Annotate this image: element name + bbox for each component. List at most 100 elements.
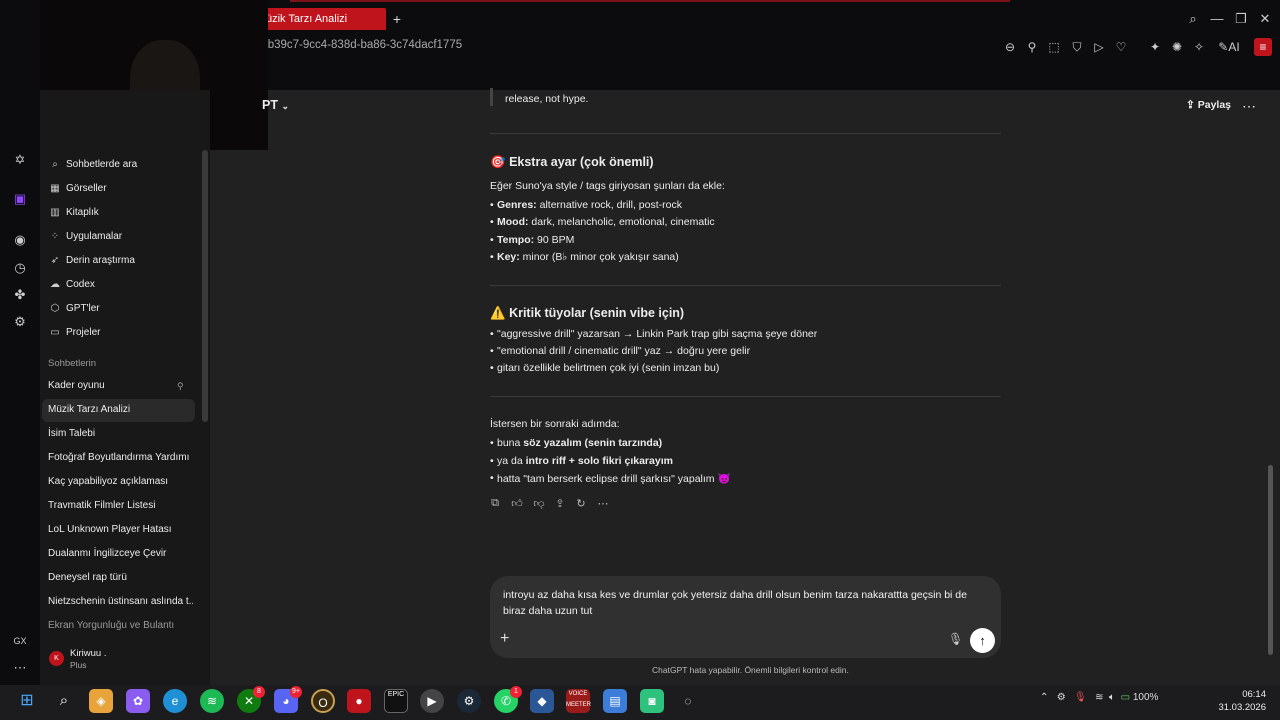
gx-corner-icon[interactable]: GX bbox=[10, 631, 30, 651]
history-icon[interactable]: ◷ bbox=[10, 258, 30, 278]
opera-gx-icon[interactable]: O bbox=[311, 689, 335, 713]
copilot-icon[interactable]: ✿ bbox=[126, 689, 150, 713]
nav-library[interactable]: ▥ Kitaplık bbox=[48, 203, 99, 223]
search-icon[interactable]: ⌕ bbox=[52, 689, 76, 713]
screenshot-icon[interactable]: ⬚ bbox=[1045, 38, 1063, 56]
gx-logo-icon[interactable]: ✡ bbox=[10, 150, 30, 170]
shield-icon[interactable]: ⛉ bbox=[1068, 38, 1086, 56]
share-icon[interactable]: ⇪ bbox=[552, 497, 568, 513]
microphone-icon[interactable]: 🎙︎ bbox=[948, 632, 963, 646]
zoom-icon[interactable]: ⊖ bbox=[1001, 38, 1019, 56]
edge-icon[interactable]: e bbox=[163, 689, 187, 713]
nav-label: Codex bbox=[66, 279, 95, 290]
chat-item[interactable]: Kader oyunu bbox=[48, 375, 193, 397]
more-icon[interactable]: ⋯ bbox=[595, 497, 611, 513]
restore-icon[interactable]: ❐ bbox=[1232, 10, 1250, 28]
share-button[interactable]: ⇪ Paylaş bbox=[1186, 99, 1231, 111]
address-bar-url[interactable]: cb39c7-9cc4-838d-ba86-3c74dacf1775 bbox=[262, 39, 462, 51]
brave-icon[interactable]: ◈ bbox=[89, 689, 113, 713]
send-button[interactable]: ↑ bbox=[970, 628, 995, 653]
more-icon[interactable]: ⋯ bbox=[10, 658, 30, 678]
nav-apps[interactable]: ⁘ Uygulamalar bbox=[48, 227, 122, 247]
section-heading: ⚠️ Kritik tüyolar (senin vibe için) bbox=[490, 306, 684, 321]
target-icon: 🎯 bbox=[490, 155, 506, 169]
twitch-icon[interactable]: ▣ bbox=[10, 189, 30, 209]
app-blue-icon[interactable]: ◆ bbox=[530, 689, 554, 713]
chevron-down-icon: ⌄ bbox=[281, 101, 290, 111]
epic-games-icon[interactable]: EPIC bbox=[384, 689, 408, 713]
avatar: K bbox=[49, 651, 64, 666]
chat-item[interactable]: Ekran Yorgunluğu ve Bulantı bbox=[48, 615, 193, 637]
wifi-icon[interactable]: ≋ bbox=[1095, 692, 1103, 703]
chat-item[interactable]: LoL Unknown Player Hatası bbox=[48, 519, 193, 541]
chat-item[interactable]: Kaç yapabiliyoz açıklaması bbox=[48, 471, 193, 493]
main-scrollbar[interactable] bbox=[1268, 465, 1273, 655]
minimize-icon[interactable]: — bbox=[1208, 10, 1226, 28]
ai-button[interactable]: ✎AI bbox=[1214, 38, 1244, 56]
media-player-icon[interactable]: ▶ bbox=[420, 689, 444, 713]
gx-menu-icon[interactable]: ≡ bbox=[1254, 38, 1272, 56]
chat-item[interactable]: Nietzschenin üstinsanı aslında t... bbox=[48, 591, 193, 613]
battery-icon[interactable]: ▭ bbox=[1121, 692, 1130, 703]
spotify-icon[interactable]: ◉ bbox=[10, 230, 30, 250]
microphone-tray-icon[interactable]: 🎙︎ bbox=[1074, 692, 1087, 703]
regenerate-icon[interactable]: ↻ bbox=[573, 497, 589, 513]
browser-tab-active[interactable]: üzik Tarzı Analizi bbox=[262, 8, 386, 30]
list-item: gitarı özellikle belirtmen çok iyi (seni… bbox=[490, 362, 719, 374]
settings-icon[interactable]: ⚙ bbox=[10, 312, 30, 332]
heart-icon[interactable]: ♡ bbox=[1112, 38, 1130, 56]
app-red-icon[interactable]: ● bbox=[347, 689, 371, 713]
whatsapp-icon[interactable]: ✆ 1 bbox=[494, 686, 522, 713]
volume-icon[interactable]: 🔈︎ bbox=[1109, 692, 1115, 703]
more-options-icon[interactable]: ⋯ bbox=[1242, 98, 1256, 115]
search-icon[interactable]: ⌕ bbox=[1184, 10, 1202, 28]
extension3-icon[interactable]: ✧ bbox=[1190, 38, 1208, 56]
extension2-icon[interactable]: ✺ bbox=[1168, 38, 1186, 56]
list-key: Genres: bbox=[497, 199, 537, 211]
steam-tray-icon[interactable]: ⚙ bbox=[1057, 692, 1066, 703]
chat-item[interactable]: Fotoğraf Boyutlandırma Yardımı bbox=[48, 447, 193, 469]
nav-projects[interactable]: ▭ Projeler bbox=[48, 323, 100, 343]
chat-item[interactable]: Müzik Tarzı Analizi bbox=[48, 399, 193, 421]
extension-icon[interactable]: ✦ bbox=[1146, 38, 1164, 56]
play-icon[interactable]: ▷ bbox=[1090, 38, 1108, 56]
close-icon[interactable]: ✕ bbox=[1256, 10, 1274, 28]
steam-icon[interactable]: ⚙ bbox=[457, 689, 481, 713]
copy-icon[interactable]: ⧉ bbox=[487, 497, 503, 513]
app-green-icon[interactable]: ◙ bbox=[640, 689, 664, 713]
list-text: buna bbox=[497, 437, 524, 449]
chat-item[interactable]: İsim Talebi bbox=[48, 423, 193, 445]
add-attachment-icon[interactable]: + bbox=[500, 630, 509, 648]
discord-icon[interactable]: ◕ 9+ bbox=[274, 686, 302, 713]
app-window-icon[interactable]: ▤ bbox=[603, 689, 627, 713]
sidebar-scrollbar[interactable] bbox=[202, 150, 208, 422]
thumbs-up-icon[interactable]: 👍︎ bbox=[509, 497, 525, 513]
voicemeeter-icon[interactable]: VOICE MEETER bbox=[566, 689, 591, 713]
app-circle-icon[interactable]: ◌ bbox=[676, 689, 700, 713]
battery-percent: 100% bbox=[1132, 692, 1159, 703]
clock[interactable]: 06:14 31.03.2026 bbox=[1210, 688, 1266, 714]
chat-item[interactable]: Travmatik Filmler Listesi bbox=[48, 495, 193, 517]
thumbs-down-icon[interactable]: 👎︎ bbox=[531, 497, 547, 513]
extensions-icon[interactable]: ✤ bbox=[10, 285, 30, 305]
xbox-icon[interactable]: ✕ 8 bbox=[237, 686, 265, 713]
chat-item[interactable]: Deneysel rap türü bbox=[48, 567, 193, 589]
pin-icon[interactable]: ⚲ bbox=[1023, 38, 1041, 56]
folder-icon: ▭ bbox=[50, 327, 60, 338]
apps-icon: ⁘ bbox=[50, 231, 60, 242]
spotify-icon[interactable]: ≋ bbox=[200, 689, 224, 713]
chat-item[interactable]: Dualanmı İngilizceye Çevir bbox=[48, 543, 193, 565]
warning-icon: ⚠️ bbox=[490, 306, 506, 320]
divider bbox=[490, 396, 1001, 397]
nav-codex[interactable]: ☁ Codex bbox=[48, 275, 95, 295]
nav-gpts[interactable]: ⬡ GPT'ler bbox=[48, 299, 100, 319]
user-menu[interactable] bbox=[40, 645, 210, 685]
new-tab-icon[interactable]: + bbox=[389, 11, 405, 27]
nav-images[interactable]: ▦ Görseller bbox=[48, 179, 106, 199]
start-icon[interactable]: ⊞ bbox=[15, 689, 39, 713]
nav-search[interactable]: ⌕ Sohbetlerde ara bbox=[48, 155, 137, 175]
model-selector[interactable]: PT ⌄ bbox=[262, 98, 289, 112]
chevron-up-icon[interactable]: ⌃ bbox=[1040, 692, 1048, 703]
prompt-input[interactable]: introyu az daha kısa kes ve drumlar çok … bbox=[503, 587, 983, 619]
nav-deep-research[interactable]: ➶ Derin araştırma bbox=[48, 251, 135, 271]
